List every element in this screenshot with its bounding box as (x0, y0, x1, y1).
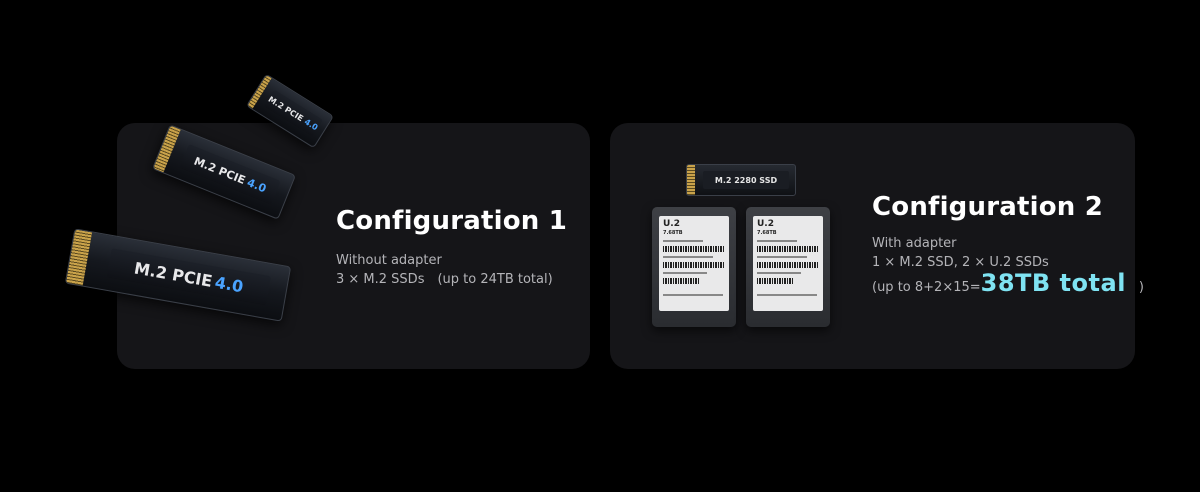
u2-ssd-image-left: U.2 7.68TB (652, 207, 736, 327)
configuration-2-total-capacity: 38TB total (980, 269, 1126, 297)
configuration-1-title: Configuration 1 (336, 206, 568, 236)
configuration-2-adapter-text: With adapter (872, 236, 957, 251)
configuration-2-description: With adapter 1 × M.2 SSD, 2 × U.2 SSDs (… (872, 234, 1144, 297)
configuration-1-description: Without adapter 3 × M.2 SSDs (up to 24TB… (336, 251, 553, 289)
m2-2280-ssd-image: M.2 2280 SSD (686, 164, 796, 196)
configuration-2-title: Configuration 2 (872, 192, 1104, 222)
configuration-2-capacity-prefix: (up to 8+2×15= (872, 280, 981, 295)
configuration-1-capacity-text: 3 × M.2 SSDs (up to 24TB total) (336, 272, 553, 287)
configuration-1-adapter-text: Without adapter (336, 253, 442, 268)
configuration-2-capacity-suffix: ) (1125, 280, 1144, 295)
u2-ssd-image-right: U.2 7.68TB (746, 207, 830, 327)
